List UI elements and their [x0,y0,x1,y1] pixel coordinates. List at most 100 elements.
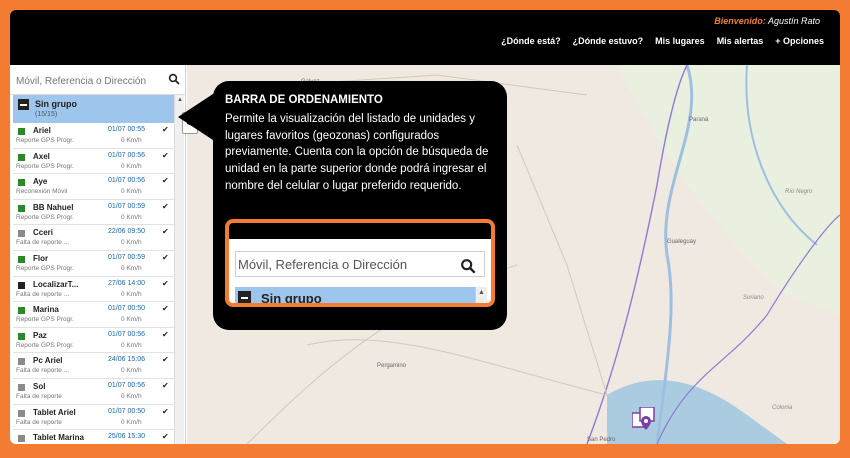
unit-row[interactable]: Cceri 22/06 09:50 ✔ Falta de reporte ... 0 K… [13,225,174,251]
nav-mis-alertas[interactable]: Mis alertas [717,36,764,46]
search-input[interactable] [16,73,166,89]
check-icon: ✔ [162,278,169,288]
unit-speed: 0 Km/h [121,162,142,170]
unit-speed: 0 Km/h [121,213,142,221]
zoom-scrollbar: ▲ [475,287,487,303]
check-icon: ✔ [162,406,169,416]
unit-date[interactable]: 01/07 00:59 [108,254,145,261]
unit-date[interactable]: 22/06 09:50 [108,228,145,235]
unit-row[interactable]: LocalizarT... 27/06 14:00 ✔ Falta de report… [13,277,174,303]
unit-speed: 0 Km/h [121,188,142,196]
unit-name: Cceri [33,228,54,238]
unit-speed: 0 Km/h [121,341,142,349]
scroll-up-icon: ▲ [478,289,485,296]
status-square-icon [18,230,25,238]
zoom-group-name: Sin grupo [261,291,322,306]
unit-row[interactable]: Pc Ariel 24/06 15:06 ✔ Falta de reporte ...… [13,353,174,379]
check-icon: ✔ [162,252,169,262]
status-square-icon [18,383,25,391]
check-icon: ✔ [162,176,169,186]
group-header[interactable]: Sin grupo (15/15) [13,95,174,123]
unit-name: LocalizarT... [33,279,79,289]
unit-date[interactable]: 01/07 00:56 [108,177,145,184]
unit-name: Paz [33,330,47,340]
unit-row[interactable]: Flor 01/07 00:59 ✔ Reporte GPS Progr. 0 Km/h [13,251,174,277]
status-square-icon [18,358,25,366]
unit-status: Falta de reporte ... [16,290,70,298]
check-icon: ✔ [162,329,169,339]
check-icon: ✔ [162,432,169,442]
unit-date[interactable]: 01/07 00:55 [108,126,145,133]
unit-name: Sol [33,381,46,391]
nav-donde-esta[interactable]: ¿Dónde está? [501,36,561,46]
unit-row[interactable]: Paz 01/07 00:56 ✔ Reporte GPS Progr. 0 Km/h [13,328,174,354]
unit-date[interactable]: 01/07 00:59 [108,203,145,210]
unit-date[interactable]: 01/07 00:50 [108,305,145,312]
unit-status: Falta de reporte ... [16,367,70,375]
unit-name: Aye [33,177,48,187]
minus-box-icon[interactable] [18,99,29,110]
unit-speed: 0 Km/h [121,264,142,272]
welcome-text: Bienvenido: Agustín Rato [714,16,820,26]
search-icon[interactable] [168,73,180,85]
unit-row[interactable]: Ariel 01/07 00:55 ✔ Reporte GPS Progr. 0 Km/… [13,123,174,149]
unit-status: Reporte GPS Progr. [16,162,74,170]
map-label: Paraná [689,117,709,123]
unit-date[interactable]: 25/06 15:30 [108,433,145,440]
group-name: Sin grupo [35,99,77,109]
unit-status: Reporte GPS Progr. [16,264,74,272]
search-icon [461,259,476,274]
unit-name: Tablet Marina [33,433,84,443]
unit-date[interactable]: 27/06 14:00 [108,280,145,287]
zoom-top-bar [229,223,491,239]
unit-row[interactable]: Tablet Marina 25/06 15:30 ✔ [13,430,174,444]
unit-status: Reporte GPS Progr. [16,137,74,144]
check-icon: ✔ [162,380,169,390]
unit-row[interactable]: Tablet Ariel 01/07 00:50 ✔ Falta de reporte… [13,405,174,431]
nav-mis-lugares[interactable]: Mis lugares [655,36,705,46]
zoom-search-field: Móvil, Referencia o Dirección [235,251,485,277]
unit-date[interactable]: 24/06 15:06 [108,356,145,363]
unit-speed: 0 Km/h [121,316,142,324]
status-square-icon [18,307,25,315]
unit-name: Axel [33,151,50,161]
unit-row[interactable]: Aye 01/07 00:56 ✔ Reconexión Móvil 0 Km/h [13,174,174,200]
search-bar [10,65,186,95]
unit-row[interactable]: Sol 01/07 00:56 ✔ Falta de reporte 0 Km/h [13,379,174,405]
unit-date[interactable]: 01/07 00:56 [108,382,145,389]
check-icon: ✔ [162,227,169,237]
unit-name: Flor [33,253,49,263]
unit-status: Reporte GPS Progr. [16,213,74,221]
unit-name: BB Nahuel [33,202,74,212]
zoom-group-header: Sin grupo [235,287,475,306]
unit-row[interactable]: Axel 01/07 00:56 ✔ Reporte GPS Progr. 0 Km/h [13,149,174,175]
unit-date[interactable]: 01/07 00:56 [108,331,145,338]
map-label: Río Negro [785,189,813,195]
main-nav: ¿Dónde está? ¿Dónde estuvo? Mis lugares … [501,36,824,46]
status-square-icon [18,281,25,289]
unit-name: Marina [33,305,59,315]
unit-status: Falta de reporte ... [16,239,70,247]
map-label: Soriano [743,295,764,301]
nav-opciones[interactable]: + Opciones [775,36,824,46]
unit-date[interactable]: 01/07 00:50 [108,408,145,415]
unit-status: Reconexión Móvil [16,188,68,196]
user-name: Agustín Rato [767,16,820,26]
tooltip-zoom-preview: Móvil, Referencia o Dirección Sin grupo … [225,219,495,307]
unit-status: Falta de reporte [16,418,62,426]
unit-row[interactable]: Marina 01/07 00:50 ✔ Reporte GPS Progr. 0 Km… [13,302,174,328]
sidebar-scrollbar[interactable]: ▲ [174,95,184,444]
status-square-icon [18,255,25,263]
check-icon: ✔ [162,201,169,211]
unit-status: Reporte GPS Progr. [16,316,74,324]
map-marker-icon[interactable] [632,407,660,441]
nav-donde-estuvo[interactable]: ¿Dónde estuvo? [573,36,644,46]
status-square-icon [18,409,25,417]
unit-row[interactable]: BB Nahuel 01/07 00:59 ✔ Reporte GPS Progr. 0… [13,200,174,226]
unit-date[interactable]: 01/07 00:56 [108,152,145,159]
status-square-icon [18,179,25,187]
tooltip-title: BARRA DE ORDENAMIENTO [225,94,383,106]
unit-list: Ariel 01/07 00:55 ✔ Reporte GPS Progr. 0 Km/… [13,123,174,444]
unit-speed: 0 Km/h [121,239,142,247]
map-label: Gualeguay [667,239,697,245]
